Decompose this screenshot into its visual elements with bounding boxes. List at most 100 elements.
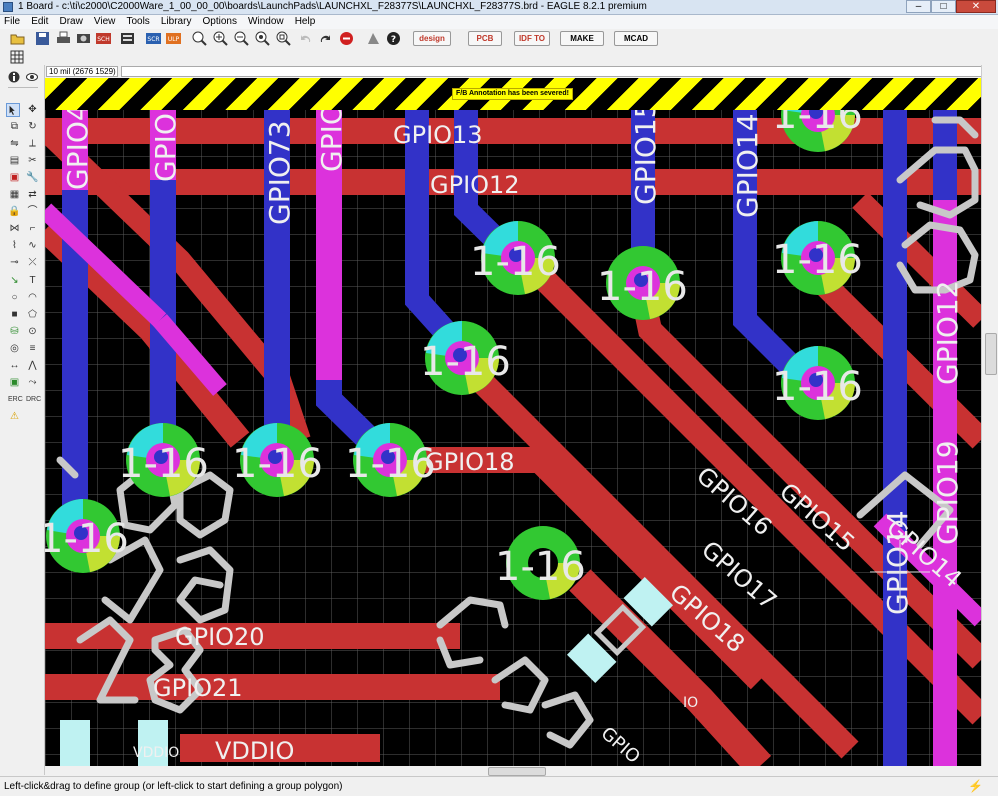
close-button[interactable]: ✕ [956, 0, 996, 13]
circle-icon[interactable]: ○ [8, 293, 21, 303]
schematic-switch-icon[interactable]: SCH [96, 31, 111, 46]
pcb-quote-button[interactable]: PCB QUOTE [468, 31, 502, 57]
name-icon[interactable]: ⇄ [26, 190, 39, 200]
add-icon[interactable]: ▣ [8, 173, 21, 183]
palette-divider [8, 87, 38, 88]
meander-icon[interactable]: ∿ [26, 241, 39, 251]
annotation-warning-text: F/B Annotation has been severed! [452, 88, 573, 100]
stop-icon[interactable] [339, 31, 354, 46]
window-title: 1 Board - c:\ti\c2000\C2000Ware_1_00_00_… [18, 1, 647, 12]
make-button[interactable]: MAKE [560, 31, 604, 46]
eye-icon[interactable] [26, 71, 38, 83]
label-gpio73: GPIO73 [263, 120, 296, 225]
text-icon[interactable]: T [26, 276, 39, 286]
zoom-select-icon[interactable] [276, 31, 291, 46]
board-drawing: GPIO4 GPIO1 GPIO73 GPIO0 GPIO15 GPIO14 G… [45, 78, 981, 766]
wire-icon[interactable]: ↘ [8, 276, 21, 286]
move-icon[interactable]: ✥ [26, 105, 39, 115]
status-text: Left-click&drag to define group (or left… [4, 781, 343, 792]
help-icon[interactable]: ? [386, 31, 401, 46]
menu-edit[interactable]: Edit [27, 15, 52, 29]
drc-icon[interactable]: DRC [26, 395, 41, 405]
maximize-button[interactable]: □ [931, 0, 956, 13]
rotate-icon[interactable]: ↻ [26, 122, 39, 132]
redo-icon[interactable] [318, 31, 333, 46]
design-link-button[interactable]: design link [413, 31, 451, 57]
signal-icon[interactable]: ⊙ [26, 327, 39, 337]
undo-icon[interactable] [298, 31, 313, 46]
smash-icon[interactable]: ⌒ [26, 207, 39, 217]
horizontal-scrollbar[interactable] [45, 766, 981, 776]
route-icon[interactable]: ⊸ [8, 258, 21, 268]
script-icon[interactable]: SCR [146, 31, 161, 46]
menu-help[interactable]: Help [291, 15, 320, 29]
zoom-fit-icon[interactable] [192, 31, 207, 46]
minimize-button[interactable]: – [906, 0, 931, 13]
menu-library[interactable]: Library [157, 15, 196, 29]
cam-icon[interactable] [76, 31, 91, 46]
ulp-icon[interactable]: ULP [166, 31, 181, 46]
zoom-in-icon[interactable] [213, 31, 228, 46]
label-gpio14: GPIO14 [731, 113, 764, 218]
stop-command-icon[interactable]: ⚡ [968, 780, 983, 793]
paste-icon[interactable]: ▤ [8, 156, 21, 166]
select-group-icon[interactable] [6, 103, 20, 117]
ripup-icon[interactable]: ⤫ [26, 258, 39, 268]
save-icon[interactable] [35, 31, 50, 46]
mcad-button[interactable]: MCAD [614, 31, 658, 46]
app-icon [3, 2, 13, 12]
grid-icon[interactable] [10, 50, 24, 64]
layers-icon[interactable] [120, 31, 135, 46]
label-gpio13: GPIO13 [393, 121, 483, 149]
replace-icon[interactable]: ▦ [8, 190, 21, 200]
erc-icon[interactable]: ERC [8, 395, 23, 405]
menu-draw[interactable]: Draw [55, 15, 86, 29]
menu-view[interactable]: View [90, 15, 120, 29]
errors-icon[interactable]: ⚠ [8, 412, 21, 422]
vertical-scrollbar[interactable] [981, 65, 998, 766]
label-gpio4: GPIO4 [61, 103, 94, 190]
attribute-icon[interactable]: ≡ [26, 344, 39, 354]
mirror-icon[interactable]: ⇋ [8, 139, 21, 149]
print-icon[interactable] [56, 31, 71, 46]
miter-icon[interactable]: ⌐ [26, 224, 39, 234]
menu-bar: File Edit Draw View Tools Library Option… [0, 15, 998, 29]
optimize-icon[interactable]: ⌇ [8, 241, 21, 251]
label-gpio12: GPIO12 [430, 171, 520, 199]
copy-icon[interactable]: ⧉ [8, 122, 21, 132]
zoom-out-icon[interactable] [234, 31, 249, 46]
menu-window[interactable]: Window [244, 15, 288, 29]
menu-options[interactable]: Options [199, 15, 241, 29]
lock-icon[interactable]: 🔒 [8, 207, 21, 217]
hole-icon[interactable]: ◎ [8, 344, 21, 354]
board-canvas[interactable]: GPIO4 GPIO1 GPIO73 GPIO0 GPIO15 GPIO14 G… [45, 78, 981, 766]
info-icon[interactable] [8, 71, 20, 83]
coordinate-display: 10 mil (2676 1529) [46, 66, 118, 77]
zoom-redraw-icon[interactable] [255, 31, 270, 46]
auto-icon[interactable]: ▣ [8, 378, 21, 388]
via-icon[interactable]: ⛁ [8, 327, 21, 337]
via-label-9: 1-16 [45, 516, 129, 562]
route-tool-icon[interactable]: ⤳ [26, 378, 39, 388]
command-input[interactable] [121, 66, 987, 77]
parameter-toolbar [0, 49, 998, 66]
pad-left-1[interactable] [60, 720, 90, 766]
menu-file[interactable]: File [0, 15, 24, 29]
polygon-icon[interactable]: ⬠ [26, 310, 39, 320]
delete-icon[interactable]: ✂ [26, 156, 39, 166]
change-icon[interactable]: 🔧 [26, 173, 39, 183]
arc-icon[interactable]: ◠ [26, 293, 39, 303]
idf-to-3d-button[interactable]: IDF TO 3D [514, 31, 550, 57]
rectangle-icon[interactable]: ■ [8, 310, 21, 320]
open-icon[interactable] [10, 31, 25, 46]
status-bar: Left-click&drag to define group (or left… [0, 776, 998, 796]
ratsnest-icon[interactable]: ⋀ [26, 361, 39, 371]
split-icon[interactable]: ⋈ [8, 224, 21, 234]
go-icon[interactable] [366, 31, 381, 46]
horizontal-scroll-thumb[interactable] [488, 767, 546, 776]
menu-tools[interactable]: Tools [122, 15, 153, 29]
label-gpio19: GPIO19 [931, 440, 964, 545]
vertical-scroll-thumb[interactable] [985, 333, 997, 375]
align-icon[interactable]: ⟂ [26, 139, 39, 149]
dimension-icon[interactable]: ↔ [8, 361, 21, 371]
